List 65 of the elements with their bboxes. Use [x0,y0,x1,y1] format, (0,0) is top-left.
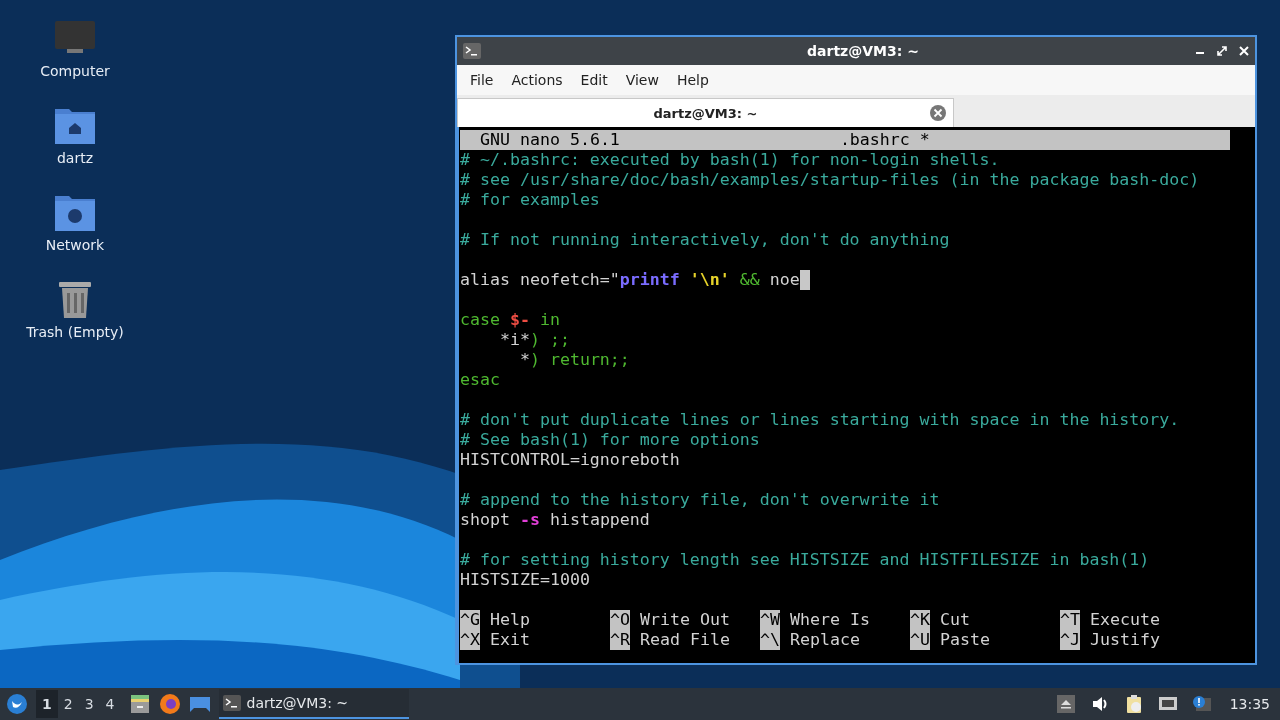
start-menu-icon[interactable] [6,693,28,715]
code-line: alias neofetch="printf '\n' && noe [460,270,800,290]
shortcut-key: ^O [610,610,630,630]
code-line: *i*) ;; [498,330,570,350]
terminal-icon [463,43,481,59]
window-title: dartz@VM3: ~ [806,43,920,59]
shortcut-key: ^J [1060,630,1080,650]
code-line: HISTSIZE=1000 [460,570,590,590]
file-cabinet-icon[interactable] [128,693,151,715]
shortcut-key: ^\ [760,630,780,650]
desktop-icon-label[interactable]: Network [45,237,105,253]
workspace-button[interactable]: 1 [36,690,58,718]
menu-item[interactable]: Help [667,70,718,90]
shortcut-label: Justify [1090,630,1160,650]
workspace-button[interactable]: 2 [57,690,79,718]
clock[interactable]: 13:35 [1229,696,1270,712]
shortcut-key: ^W [760,610,780,630]
notification-icon[interactable] [1191,694,1212,714]
menu-item[interactable]: Actions [502,70,572,90]
shortcut-label: Help [490,610,530,630]
shortcut-key: ^T [1060,610,1080,630]
code-line: shopt -s histappend [460,510,650,530]
close-icon[interactable] [929,104,947,122]
shortcut-key: ^X [460,630,480,650]
shortcut-label: Write Out [640,610,730,630]
close-icon[interactable] [1239,46,1249,56]
desktop-icon-label[interactable]: Computer [40,63,110,79]
desktop-icon-label[interactable]: dartz [56,150,94,166]
eject-icon[interactable] [1055,694,1076,714]
code-line: case $- in [460,310,560,330]
menu-item[interactable]: View [616,70,668,90]
shortcut-label: Replace [790,630,860,650]
shortcut-label: Paste [940,630,990,650]
shortcut-key: ^U [910,630,930,650]
shortcut-label: Cut [940,610,970,630]
file-name: .bashrc * [839,130,930,150]
desktop-icon-label[interactable]: Trash (Empty) [26,324,124,340]
shortcut-label: Execute [1090,610,1160,630]
maximize-icon[interactable] [1217,46,1227,56]
menu-item[interactable]: File [461,70,503,90]
code-line: esac [460,370,500,390]
browser-icon[interactable] [158,693,181,715]
code-line: # See bash(1) for more options [460,430,760,450]
terminal-icon [222,695,241,711]
code-line: # append to the history file, don't overwrite it [460,490,940,510]
code-line: HISTCONTROL=ignoreboth [460,450,680,470]
taskbar-task[interactable]: dartz@VM3: ~ [218,689,409,719]
nano-version: GNU nano 5.6.1 [480,130,620,150]
code-line: *) return;; [518,350,630,370]
code-line: # don't put duplicate lines or lines starting with space in the history. [460,410,1180,430]
terminal-tab[interactable]: dartz@VM3: ~ [457,98,954,127]
shortcut-key: ^K [910,610,930,630]
workspace-button[interactable]: 3 [78,690,100,718]
code-line: # If not running interactively, don't do anything [460,230,950,250]
shortcut-label: Where Is [790,610,870,630]
code-line: # ~/.bashrc: executed by bash(1) for non-login shells. [460,150,1000,170]
code-line: # see /usr/share/doc/bash/examples/startup-files (in the package bash-doc) [460,170,1200,190]
code-line: # for setting history length see HISTSIZE and HISTFILESIZE in bash(1) [460,550,1150,570]
workspace-button[interactable]: 4 [99,690,121,718]
menu-item[interactable]: Edit [571,70,617,90]
shortcut-key: ^R [610,630,630,650]
shortcut-label: Exit [490,630,530,650]
code-line: # for examples [460,190,600,210]
shortcut-label: Read File [640,630,730,650]
shortcut-key: ^G [460,610,480,630]
